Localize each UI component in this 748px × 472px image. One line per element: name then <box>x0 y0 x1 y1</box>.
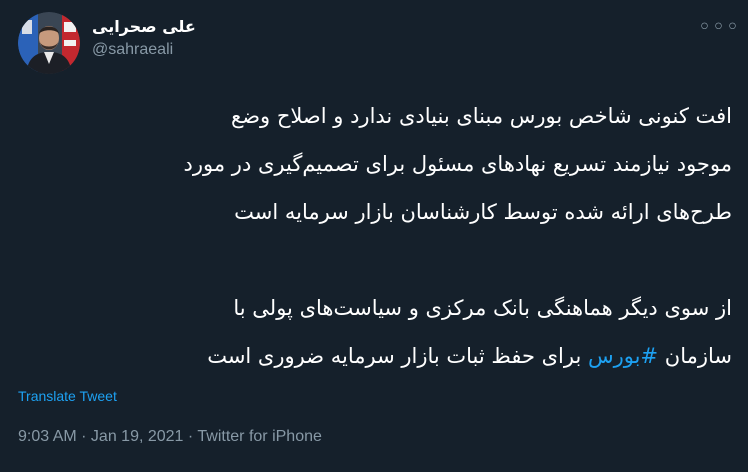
meta-separator-2: · <box>183 428 198 445</box>
more-options-icon[interactable]: ◦◦◦ <box>698 14 739 40</box>
avatar[interactable] <box>18 12 80 74</box>
tweet-line-2: موجود نیازمند تسریع نهادهای مسئول برای ت… <box>183 152 732 176</box>
avatar-photo <box>18 12 80 74</box>
hashtag-link[interactable]: #بورس <box>588 344 658 368</box>
tweet-line-3: طرح‌های ارائه شده توسط کارشناسان بازار س… <box>234 200 732 224</box>
tweet-line-4: از سوی دیگر هماهنگی بانک مرکزی و سیاست‌ه… <box>233 296 732 320</box>
tweet-card: ◦◦◦ علی صحرایی @sahraeali افت کنونی شاخص… <box>0 0 748 472</box>
tweet-metadata: 9:03 AM · Jan 19, 2021 · Twitter for iPh… <box>18 428 322 446</box>
tweet-line-1: افت کنونی شاخص بورس مبنای بنیادی ندارد و… <box>231 104 732 128</box>
author-info: علی صحرایی @sahraeali <box>92 16 212 60</box>
tweet-time[interactable]: 9:03 AM <box>18 428 77 445</box>
author-display-name[interactable]: علی صحرایی <box>92 16 212 38</box>
tweet-line-5-start: سازمان <box>664 344 732 368</box>
tweet-client[interactable]: Twitter for iPhone <box>197 428 322 445</box>
tweet-text: افت کنونی شاخص بورس مبنای بنیادی ندارد و… <box>16 92 732 380</box>
author-handle[interactable]: @sahraeali <box>92 40 212 60</box>
tweet-line-5-end: برای حفظ ثبات بازار سرمایه ضروری است <box>207 344 582 368</box>
translate-tweet-link[interactable]: Translate Tweet <box>18 388 117 404</box>
tweet-date[interactable]: Jan 19, 2021 <box>91 428 184 445</box>
meta-separator-1: · <box>76 428 91 445</box>
more-options-glyph: ◦◦◦ <box>698 14 740 40</box>
tweet-line-5: سازمان #بورس برای حفظ ثبات بازار سرمایه … <box>16 332 732 380</box>
